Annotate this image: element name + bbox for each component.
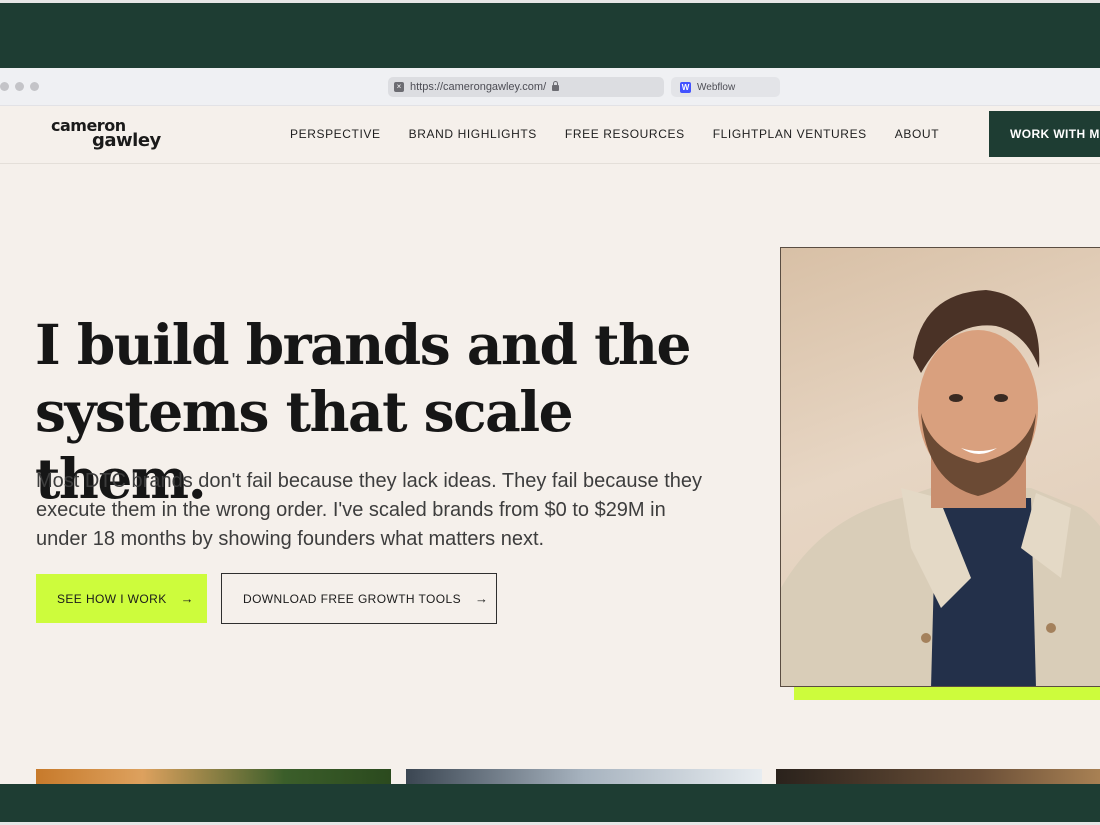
download-growth-tools-button[interactable]: DOWNLOAD FREE GROWTH TOOLS →: [221, 573, 497, 624]
hero-headline-line-1: I build brands and the: [35, 312, 691, 377]
nav-link-free-resources[interactable]: FREE RESOURCES: [565, 127, 685, 141]
window-dot[interactable]: [15, 82, 24, 91]
screen-frame-top: [0, 0, 1100, 68]
see-how-i-work-label: SEE HOW I WORK: [57, 591, 167, 606]
site-logo[interactable]: cameron gawley: [51, 118, 161, 151]
portrait-photo: [780, 247, 1100, 687]
tab-label: Webflow: [697, 81, 736, 93]
window-dot[interactable]: [30, 82, 39, 91]
preview-card-2[interactable]: [406, 769, 762, 784]
photo-accent-bar: [794, 685, 1100, 700]
portrait-illustration: [781, 290, 1100, 686]
browser-toolbar: × https://camerongawley.com/ W Webflow: [0, 68, 1100, 106]
site-navbar: cameron gawley PERSPECTIVE BRAND HIGHLIG…: [0, 106, 1100, 164]
website-viewport: cameron gawley PERSPECTIVE BRAND HIGHLIG…: [0, 106, 1100, 784]
preview-card-3[interactable]: [776, 769, 1100, 784]
webflow-icon: W: [680, 81, 691, 93]
nav-link-about[interactable]: ABOUT: [895, 127, 939, 141]
hero-subtext: Most DTC brands don't fail because they …: [36, 470, 703, 550]
work-with-me-button[interactable]: WORK WITH ME: [989, 111, 1100, 157]
browser-tab-webflow[interactable]: W Webflow: [671, 77, 780, 97]
screen-frame-bottom: [0, 784, 1100, 825]
arrow-right-icon: →: [474, 591, 489, 606]
logo-line-2: gawley: [92, 130, 161, 151]
see-how-i-work-button[interactable]: SEE HOW I WORK →: [36, 574, 207, 623]
arrow-right-icon: →: [180, 591, 195, 606]
window-controls: [0, 82, 39, 91]
nav-link-flightplan-ventures[interactable]: FLIGHTPLAN VENTURES: [713, 127, 867, 141]
nav-links: PERSPECTIVE BRAND HIGHLIGHTS FREE RESOUR…: [290, 127, 967, 141]
preview-card-1[interactable]: [36, 769, 391, 784]
site-favicon-icon: ×: [394, 82, 404, 92]
nav-link-brand-highlights[interactable]: BRAND HIGHLIGHTS: [409, 127, 537, 141]
nav-link-perspective[interactable]: PERSPECTIVE: [290, 127, 381, 141]
address-bar-url[interactable]: https://camerongawley.com/: [410, 81, 546, 93]
window-dot[interactable]: [0, 82, 9, 91]
lock-icon: [552, 81, 560, 91]
address-bar[interactable]: × https://camerongawley.com/: [388, 77, 664, 97]
download-growth-tools-label: DOWNLOAD FREE GROWTH TOOLS: [243, 591, 461, 606]
